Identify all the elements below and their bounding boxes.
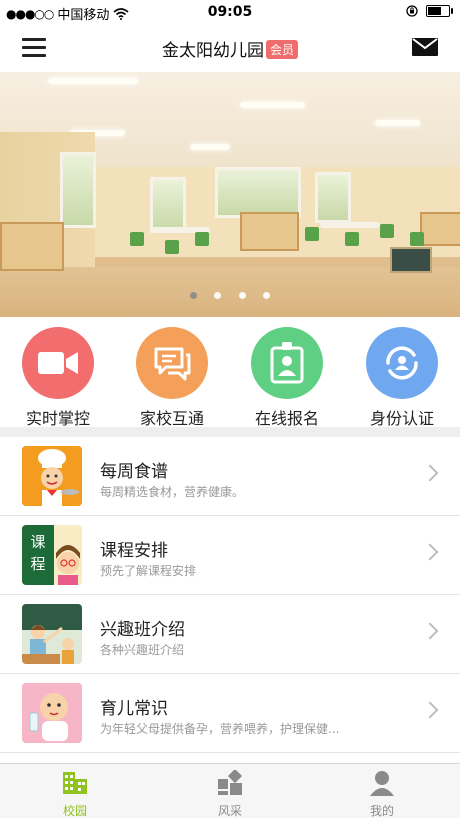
list-item-title: 育儿常识 bbox=[100, 699, 168, 719]
tab-showcase[interactable]: 风采 bbox=[190, 768, 270, 819]
list-item-course-schedule[interactable]: 课程 课程安排 预先了解课程安排 bbox=[0, 516, 460, 595]
list-item-subtitle: 各种兴趣班介绍 bbox=[100, 643, 185, 657]
list-item-interest-classes[interactable]: 兴趣班介绍 各种兴趣班介绍 bbox=[0, 595, 460, 674]
status-time: 09:05 bbox=[207, 4, 253, 20]
section-divider bbox=[0, 427, 460, 437]
carousel-pager[interactable] bbox=[0, 284, 460, 303]
school-name: 金太阳幼儿园 bbox=[161, 41, 264, 61]
chevron-right-icon bbox=[421, 701, 439, 719]
quick-action-identity[interactable]: 身份认证 bbox=[352, 327, 452, 429]
quick-actions: 实时掌控 家校互通 在线报名 身份认证 bbox=[0, 317, 460, 429]
baby-thumbnail bbox=[22, 683, 82, 743]
tab-label: 风采 bbox=[217, 804, 242, 818]
list-item-title: 兴趣班介绍 bbox=[100, 620, 185, 640]
chevron-right-icon bbox=[421, 622, 439, 640]
page-title: 金太阳幼儿园 会员 bbox=[0, 36, 460, 61]
quick-action-label: 实时掌控 bbox=[25, 409, 90, 428]
app-header: 金太阳幼儿园 会员 bbox=[0, 24, 460, 70]
pager-dot[interactable] bbox=[190, 292, 198, 299]
identity-verify-icon bbox=[366, 327, 438, 399]
tab-label: 我的 bbox=[369, 804, 394, 818]
tab-label: 校园 bbox=[62, 804, 87, 818]
course-thumbnail: 课程 bbox=[22, 525, 82, 585]
course-thumbnail-text: 课程 bbox=[30, 533, 46, 573]
quick-action-home-school[interactable]: 家校互通 bbox=[122, 327, 222, 429]
quick-action-label: 身份认证 bbox=[369, 409, 434, 428]
list-item-subtitle: 预先了解课程安排 bbox=[100, 564, 197, 578]
chef-thumbnail bbox=[22, 446, 82, 506]
chat-bubbles-icon bbox=[136, 327, 208, 399]
campus-building-icon bbox=[63, 772, 87, 794]
bottom-tab-bar: 校园 风采 我的 bbox=[0, 763, 460, 818]
status-bar: ●●●○○ 中国移动 09:05 bbox=[0, 0, 460, 24]
pager-dot[interactable] bbox=[262, 292, 270, 299]
member-badge: 会员 bbox=[265, 40, 298, 59]
banner-carousel[interactable] bbox=[0, 72, 460, 317]
id-badge-icon bbox=[251, 327, 323, 399]
chevron-right-icon bbox=[421, 464, 439, 482]
video-camera-icon bbox=[22, 327, 94, 399]
list-item-title: 每周食谱 bbox=[100, 462, 168, 482]
tab-campus[interactable]: 校园 bbox=[35, 770, 115, 819]
list-item-subtitle: 每周精选食材，营养健康。 bbox=[100, 485, 245, 499]
quick-action-enroll[interactable]: 在线报名 bbox=[237, 327, 337, 429]
list-item-title: 课程安排 bbox=[100, 541, 168, 561]
pager-dot[interactable] bbox=[238, 292, 246, 299]
pager-dot[interactable] bbox=[214, 292, 222, 299]
tab-profile[interactable]: 我的 bbox=[342, 770, 422, 819]
list-item-parenting-tips[interactable]: 育儿常识 为年轻父母提供备孕，营养喂养，护理保健... bbox=[0, 674, 460, 753]
classroom-thumbnail bbox=[22, 604, 82, 664]
feature-list: 每周食谱 每周精选食材，营养健康。 课程 课程安排 预先了解课程安排 兴趣班介绍… bbox=[0, 437, 460, 753]
grid-showcase-icon bbox=[218, 768, 243, 795]
orientation-lock-icon bbox=[406, 5, 418, 17]
mail-icon[interactable] bbox=[412, 37, 438, 57]
quick-action-label: 家校互通 bbox=[139, 409, 204, 428]
list-item-weekly-menu[interactable]: 每周食谱 每周精选食材，营养健康。 bbox=[0, 437, 460, 516]
battery-icon bbox=[426, 5, 453, 17]
chevron-right-icon bbox=[421, 543, 439, 561]
quick-action-live-monitor[interactable]: 实时掌控 bbox=[8, 327, 108, 429]
person-icon bbox=[370, 771, 394, 796]
list-item-subtitle: 为年轻父母提供备孕，营养喂养，护理保健... bbox=[100, 722, 340, 736]
quick-action-label: 在线报名 bbox=[254, 409, 319, 428]
